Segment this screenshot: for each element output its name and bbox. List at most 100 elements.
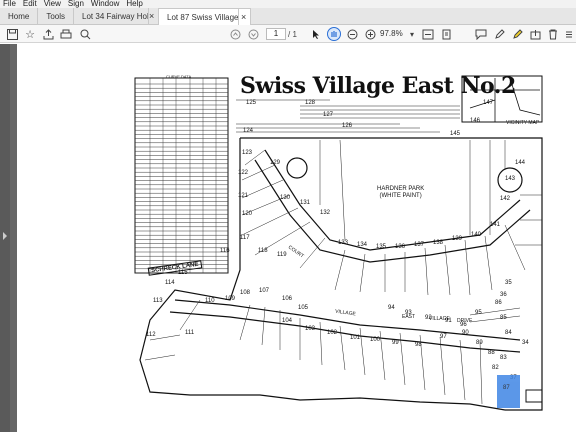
lot-number: 111 (185, 330, 195, 336)
close-icon[interactable]: × (241, 12, 246, 22)
lot-number: 34 (522, 340, 529, 346)
lot-number: 96 (460, 322, 467, 328)
lot-number: 141 (490, 222, 501, 228)
tab-tools[interactable]: Tools (38, 8, 75, 25)
save-icon[interactable] (4, 26, 20, 42)
lot-number: 127 (323, 112, 334, 118)
lot-number: 86 (495, 300, 502, 306)
lot-number: 142 (500, 196, 511, 202)
more-icon[interactable] (561, 26, 576, 42)
delete-icon[interactable] (545, 26, 561, 42)
upload-icon[interactable] (40, 26, 56, 42)
lot-number: 89 (476, 340, 483, 346)
lot-number: 36 (500, 292, 507, 298)
lot-number: 138 (433, 240, 444, 246)
comment-icon[interactable] (473, 26, 489, 42)
lot-number: 137 (414, 242, 425, 248)
lot-number: 115 (178, 270, 188, 276)
zoom-out-icon[interactable] (344, 26, 360, 42)
prev-page-icon[interactable] (227, 26, 243, 42)
tab-home-label: Home (8, 12, 30, 21)
lot-number: 118 (258, 248, 268, 254)
lot-number: 121 (238, 193, 249, 199)
lot-number: 131 (300, 200, 311, 206)
lot-number: 106 (282, 296, 293, 302)
cursor-icon[interactable] (308, 26, 324, 42)
lot-number: 108 (240, 290, 251, 296)
lot-number: 124 (243, 128, 254, 134)
tab-lot34-document[interactable]: Lot 34 Fairway Holt... (74, 8, 150, 25)
lot-number: 139 (452, 236, 463, 242)
lot-number: 92 (425, 315, 432, 321)
lot-number: 128 (305, 100, 316, 106)
zoom-in-icon[interactable] (362, 26, 378, 42)
lot-number: 95 (475, 310, 482, 316)
tab-home[interactable]: Home (0, 8, 39, 25)
lot-number: 99 (392, 340, 399, 346)
next-page-icon[interactable] (245, 26, 261, 42)
lot-number: 110 (205, 298, 215, 304)
lot-number: 100 (370, 337, 381, 343)
tab-lot34-close[interactable]: × (149, 8, 160, 25)
menu-window[interactable]: Window (88, 0, 123, 8)
lot-number: 145 (450, 131, 461, 137)
highlight-icon[interactable] (509, 26, 525, 42)
zoom-dropdown-icon[interactable]: ▾ (404, 26, 420, 42)
lot-number: 103 (305, 326, 316, 332)
menu-view[interactable]: View (41, 0, 65, 8)
lot-number: 116 (220, 248, 230, 254)
lot-number: 94 (388, 305, 395, 311)
park-name: HARDNER PARK (377, 186, 425, 192)
menu-edit[interactable]: Edit (20, 0, 41, 8)
share-icon[interactable] (527, 26, 543, 42)
hand-icon[interactable] (326, 26, 342, 42)
curve-table-title: CURVE DATA (166, 74, 192, 79)
lot-number: 125 (246, 100, 257, 106)
lot-number: 143 (505, 176, 516, 182)
fit-page-icon[interactable] (420, 26, 436, 42)
lot-number: 91 (445, 318, 452, 324)
menu-help[interactable]: Help (123, 0, 146, 8)
toolbar: ☆ 1 / 1 97.8% ▾ (0, 25, 576, 43)
menu-file[interactable]: File (0, 0, 20, 8)
close-icon[interactable]: × (149, 11, 154, 21)
pen-icon[interactable] (491, 26, 507, 42)
tab-lot87-document[interactable]: Lot 87 Swiss Village... (159, 8, 240, 25)
lot-number: 123 (242, 150, 253, 156)
bookmark-star-icon[interactable]: ☆ (22, 26, 38, 42)
curve-data-table (134, 77, 229, 274)
lot-number: 101 (350, 335, 361, 341)
lot-number: 135 (376, 244, 387, 250)
lot-number: 129 (270, 160, 281, 166)
menu-bar: File Edit View Sign Window Help (0, 0, 576, 8)
lot-number: 35 (505, 280, 512, 286)
highlighted-lot[interactable]: 87 (497, 375, 520, 408)
tab-lot87-close[interactable]: × (239, 8, 252, 25)
lot-number: 114 (165, 280, 175, 286)
menu-sign[interactable]: Sign (65, 0, 88, 8)
zoom-search-icon[interactable] (77, 26, 93, 42)
vicinity-map-label: VICINITY MAP (506, 120, 540, 126)
lot-number: 119 (277, 252, 287, 258)
lot-number: 133 (338, 240, 349, 246)
lot-number: 140 (471, 232, 482, 238)
lot-number: 130 (280, 195, 291, 201)
lot-number: 146 (470, 118, 481, 124)
lot-number: 88 (488, 350, 495, 356)
lot-number: 144 (515, 160, 526, 166)
lot-number: 102 (327, 330, 338, 336)
pdf-page: CURVE DATA Swiss Village East No.2 HARDN… (17, 44, 576, 432)
print-icon[interactable] (58, 26, 74, 42)
scroll-mode-icon[interactable] (438, 26, 454, 42)
lot-number: 122 (238, 170, 249, 176)
lot-number: 147 (483, 100, 494, 106)
lot-number: 105 (298, 305, 309, 311)
lot-number: 93 (405, 310, 412, 316)
tab-bar: Home Tools Lot 34 Fairway Holt... × Lot … (0, 8, 576, 25)
lot-number: 117 (240, 235, 250, 241)
page-number-input[interactable]: 1 (266, 28, 286, 40)
park-subtitle: (WHITE PAINT) (379, 193, 422, 199)
expand-panel-icon[interactable] (3, 232, 7, 240)
lot-number: 112 (146, 332, 156, 338)
lot-number: 132 (320, 210, 331, 216)
